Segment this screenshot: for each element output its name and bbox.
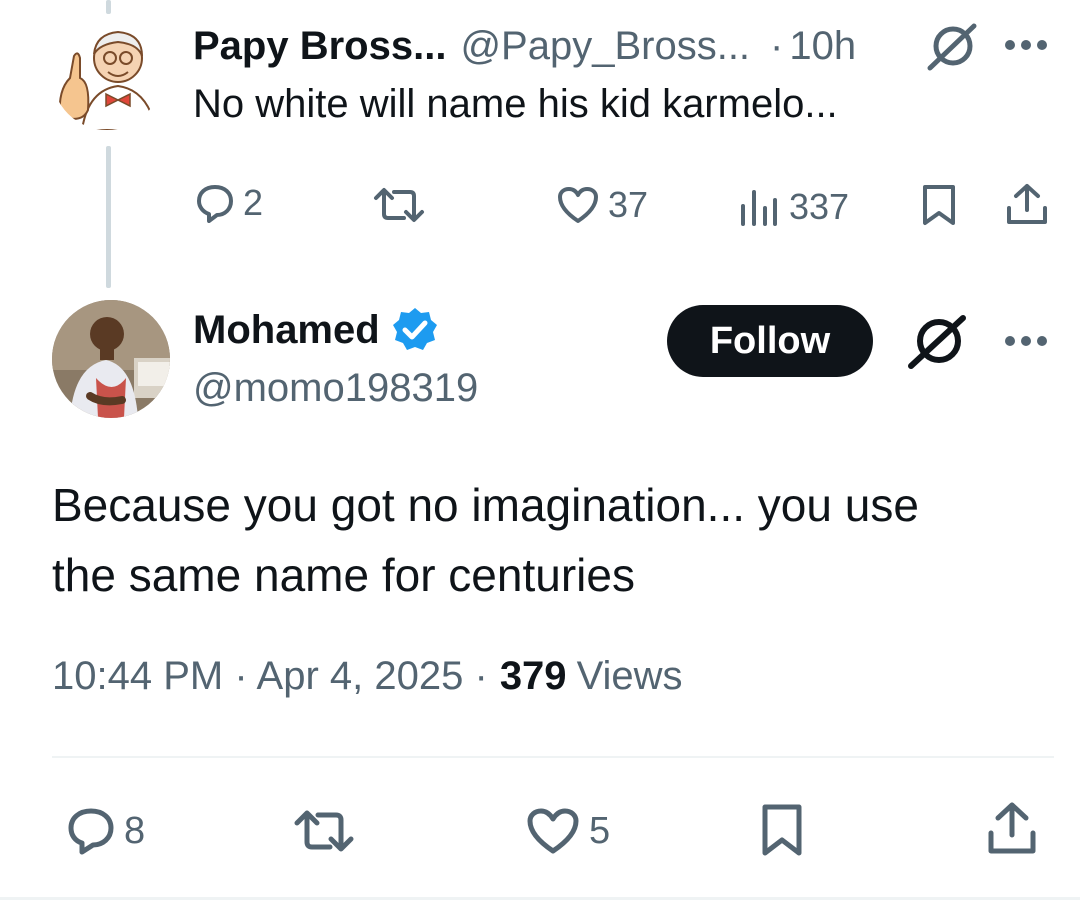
thread-line [106, 146, 111, 288]
reply-count: 2 [243, 182, 264, 223]
share-button[interactable] [985, 800, 1039, 856]
display-name[interactable]: Papy Bross... [193, 24, 446, 69]
parent-tweet-header: Papy Bross... @Papy_Bross... · 10h [193, 22, 856, 70]
reply-icon [68, 808, 114, 855]
more-button[interactable] [1003, 334, 1049, 348]
bookmark-icon [762, 804, 802, 856]
bookmark-icon [923, 185, 955, 225]
main-tweet-name-row: Mohamed [193, 306, 440, 354]
views-count: 379 [499, 654, 567, 698]
avatar-mohamed[interactable] [52, 300, 170, 418]
divider [52, 756, 1054, 758]
like-icon [558, 187, 598, 223]
grok-button[interactable] [926, 22, 978, 72]
retweet-icon [294, 810, 354, 852]
like-icon [527, 808, 579, 854]
like-button[interactable]: 5 [525, 806, 610, 856]
grok-button[interactable] [907, 314, 967, 370]
separator: · [770, 23, 784, 68]
display-name[interactable]: Mohamed [193, 308, 380, 353]
share-icon [1007, 184, 1047, 224]
reply-count: 8 [124, 809, 146, 852]
tweet-text-line: the same name for centuries [52, 549, 635, 601]
like-count: 5 [589, 809, 611, 852]
like-button[interactable]: 37 [556, 184, 648, 226]
handle[interactable]: @Papy_Bross... [460, 24, 750, 69]
parent-tweet-text: No white will name his kid karmelo... [193, 82, 838, 126]
bookmark-button[interactable] [920, 183, 958, 227]
views-button[interactable]: 337 [737, 186, 849, 228]
thread-line-top [106, 0, 111, 14]
reply-button[interactable]: 8 [66, 806, 145, 856]
post-time[interactable]: 10h [789, 24, 856, 69]
grok-icon [908, 315, 966, 369]
share-icon [988, 802, 1036, 854]
verified-badge-icon [392, 308, 437, 350]
follow-button[interactable]: Follow [667, 305, 873, 377]
more-icon [1005, 336, 1047, 346]
reply-icon [197, 185, 233, 223]
avatar-papy-bross[interactable] [52, 20, 162, 130]
tweet-meta: 10:44 PM · Apr 4, 2025 · 379 Views [52, 654, 683, 699]
views-count: 337 [789, 186, 850, 227]
handle[interactable]: @momo198319 [193, 366, 478, 411]
views-icon [741, 190, 777, 226]
share-button[interactable] [1004, 182, 1050, 226]
retweet-button[interactable] [290, 808, 358, 854]
tweet-text: Because you got no imagination... you us… [52, 470, 919, 610]
bookmark-button[interactable] [759, 802, 805, 858]
timestamp[interactable]: 10:44 PM · Apr 4, 2025 · [52, 654, 488, 699]
like-count: 37 [608, 184, 649, 225]
retweet-button[interactable] [370, 186, 428, 224]
more-button[interactable] [1003, 38, 1049, 52]
more-icon [1005, 40, 1047, 50]
reply-button[interactable]: 2 [195, 182, 263, 224]
retweet-icon [374, 188, 424, 222]
views-label: Views [576, 654, 683, 698]
tweet-text-line: Because you got no imagination... you us… [52, 479, 919, 531]
grok-icon [927, 23, 977, 71]
